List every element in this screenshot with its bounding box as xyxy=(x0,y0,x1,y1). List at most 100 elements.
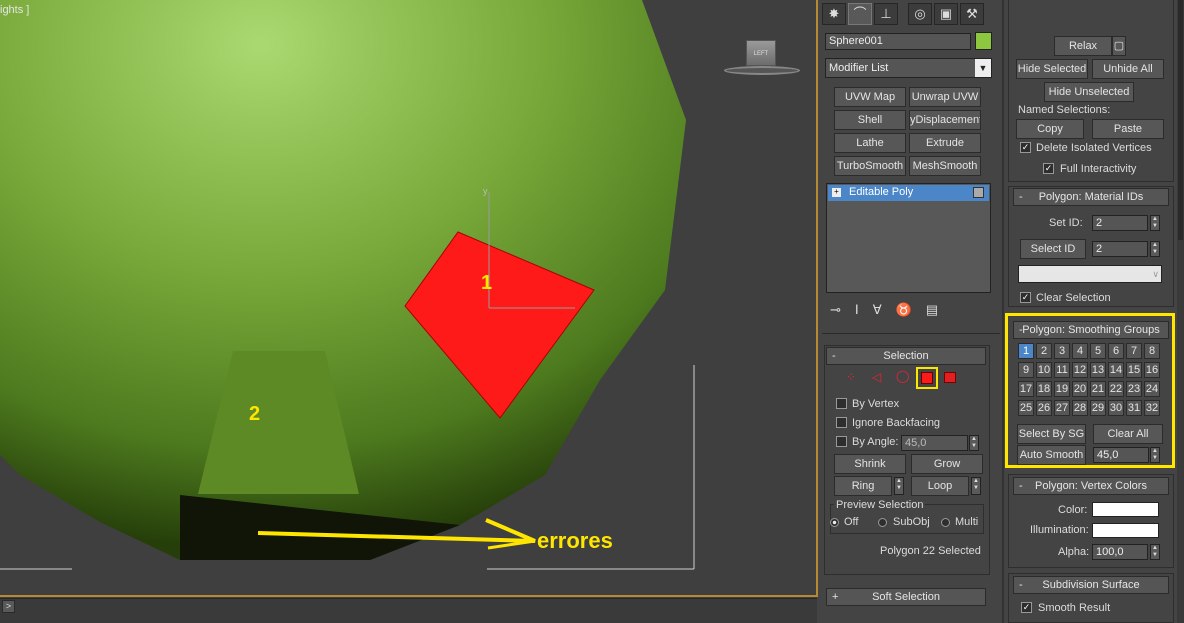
soft-selection-rollout-header[interactable]: + Soft Selection xyxy=(826,588,986,606)
vertex-mode-icon[interactable]: ⁘ xyxy=(846,370,856,384)
illumination-color-swatch[interactable] xyxy=(1092,523,1159,538)
smoothing-group-button[interactable]: 16 xyxy=(1144,362,1160,378)
set-id-spinner[interactable]: ▲ ▼ xyxy=(1150,215,1160,231)
smoothing-group-button[interactable]: 32 xyxy=(1144,400,1160,416)
loop-spinner[interactable]: ▲ ▼ xyxy=(971,477,981,495)
smoothing-group-button[interactable]: 9 xyxy=(1018,362,1034,378)
chevron-down-icon[interactable]: ▼ xyxy=(975,59,991,77)
smoothing-group-button[interactable]: 6 xyxy=(1108,343,1124,359)
smoothing-group-button[interactable]: 29 xyxy=(1090,400,1106,416)
extrude-button[interactable]: Extrude xyxy=(909,133,981,153)
relax-settings-button[interactable]: ▢ xyxy=(1112,36,1126,56)
select-id-button[interactable]: Select ID xyxy=(1020,239,1086,259)
auto-smooth-spinner[interactable]: ▲ ▼ xyxy=(1150,447,1160,463)
smoothing-group-button[interactable]: 25 xyxy=(1018,400,1034,416)
smoothing-group-button[interactable]: 18 xyxy=(1036,381,1052,397)
configure-modifier-sets-icon[interactable]: ▤ xyxy=(926,302,952,317)
smoothing-group-button[interactable]: 30 xyxy=(1108,400,1124,416)
element-mode-icon[interactable] xyxy=(944,372,956,383)
copy-button[interactable]: Copy xyxy=(1016,119,1084,139)
alpha-field[interactable]: 100,0 xyxy=(1092,544,1148,560)
unhide-all-button[interactable]: Unhide All xyxy=(1092,59,1164,79)
smoothing-group-button[interactable]: 27 xyxy=(1054,400,1070,416)
select-by-sg-button[interactable]: Select By SG xyxy=(1017,424,1086,444)
smoothing-group-button[interactable]: 12 xyxy=(1072,362,1088,378)
smoothing-group-button[interactable]: 26 xyxy=(1036,400,1052,416)
stack-item-editable-poly[interactable]: + Editable Poly xyxy=(828,185,989,201)
smoothing-group-button[interactable]: 8 xyxy=(1144,343,1160,359)
smoothing-group-button[interactable]: 19 xyxy=(1054,381,1070,397)
utilities-icon[interactable]: ⚒ xyxy=(960,3,984,25)
grow-button[interactable]: Grow xyxy=(911,454,983,474)
viewport-label[interactable]: ights ] xyxy=(0,4,29,16)
hide-selected-button[interactable]: Hide Selected xyxy=(1016,59,1088,79)
clear-selection-checkbox[interactable]: ✓ xyxy=(1020,292,1031,303)
full-interactivity-checkbox[interactable]: ✓ xyxy=(1043,163,1054,174)
smoothing-group-button[interactable]: 14 xyxy=(1108,362,1124,378)
unwrap-uvw-button[interactable]: Unwrap UVW xyxy=(909,87,981,107)
ring-button[interactable]: Ring xyxy=(834,476,892,496)
panel-scrollbar-thumb[interactable] xyxy=(1178,0,1183,240)
make-unique-icon[interactable]: ∀ xyxy=(873,302,896,317)
preview-subobj-radio[interactable] xyxy=(878,518,887,527)
uvw-map-button[interactable]: UVW Map xyxy=(834,87,906,107)
smooth-result-checkbox[interactable]: ✓ xyxy=(1021,602,1032,613)
auto-smooth-button[interactable]: Auto Smooth xyxy=(1017,445,1086,465)
turbosmooth-button[interactable]: TurboSmooth xyxy=(834,156,906,176)
create-icon[interactable]: ✸ xyxy=(822,3,846,25)
select-id-spinner[interactable]: ▲ ▼ xyxy=(1150,241,1160,257)
smoothing-group-button[interactable]: 4 xyxy=(1072,343,1088,359)
subdivision-header[interactable]: - Subdivision Surface xyxy=(1013,576,1169,594)
modifier-stack[interactable]: + Editable Poly xyxy=(826,183,991,293)
material-name-dropdown[interactable]: ∨ xyxy=(1018,265,1162,283)
smoothing-group-button[interactable]: 1 xyxy=(1018,343,1034,359)
smoothing-group-button[interactable]: 7 xyxy=(1126,343,1142,359)
remove-modifier-icon[interactable]: ♉ xyxy=(896,302,926,317)
displacement-button[interactable]: yDisplacement xyxy=(909,110,981,130)
viewcube-compass[interactable] xyxy=(724,66,800,75)
smoothing-group-button[interactable]: 23 xyxy=(1126,381,1142,397)
smoothing-group-button[interactable]: 22 xyxy=(1108,381,1124,397)
lathe-button[interactable]: Lathe xyxy=(834,133,906,153)
vertex-color-swatch[interactable] xyxy=(1092,502,1159,517)
smoothing-group-button[interactable]: 10 xyxy=(1036,362,1052,378)
smoothing-group-button[interactable]: 2 xyxy=(1036,343,1052,359)
smoothing-group-button[interactable]: 13 xyxy=(1090,362,1106,378)
select-id-field[interactable]: 2 xyxy=(1092,241,1148,257)
clear-all-button[interactable]: Clear All xyxy=(1093,424,1163,444)
smoothing-group-button[interactable]: 21 xyxy=(1090,381,1106,397)
delete-isolated-checkbox[interactable]: ✓ xyxy=(1020,142,1031,153)
time-slider-next-button[interactable]: > xyxy=(2,600,15,613)
expand-icon[interactable]: + xyxy=(832,188,841,197)
smoothing-group-button[interactable]: 31 xyxy=(1126,400,1142,416)
pin-stack-icon[interactable]: ⊸ xyxy=(830,302,855,317)
hide-unselected-button[interactable]: Hide Unselected xyxy=(1044,82,1134,102)
ring-spinner[interactable]: ▲ ▼ xyxy=(894,477,904,495)
light-bulb-icon[interactable] xyxy=(973,187,984,198)
auto-smooth-threshold-field[interactable]: 45,0 xyxy=(1093,447,1149,463)
show-end-result-icon[interactable]: Ⅰ xyxy=(855,302,873,317)
paste-button[interactable]: Paste xyxy=(1092,119,1164,139)
by-angle-checkbox[interactable] xyxy=(836,436,847,447)
viewport-left[interactable]: ights ] y 1 2 errores LEFT xyxy=(0,0,817,623)
angle-spinner[interactable]: ▲ ▼ xyxy=(969,435,979,451)
smoothing-group-button[interactable]: 24 xyxy=(1144,381,1160,397)
shell-button[interactable]: Shell xyxy=(834,110,906,130)
angle-value-field[interactable]: 45,0 xyxy=(901,435,968,451)
material-ids-header[interactable]: - Polygon: Material IDs xyxy=(1013,188,1169,206)
object-name-field[interactable]: Sphere001 xyxy=(825,33,971,50)
viewcube[interactable]: LEFT xyxy=(746,40,776,66)
meshsmooth-button[interactable]: MeshSmooth xyxy=(909,156,981,176)
smoothing-group-button[interactable]: 15 xyxy=(1126,362,1142,378)
alpha-spinner[interactable]: ▲ ▼ xyxy=(1150,544,1160,560)
ignore-backfacing-checkbox[interactable] xyxy=(836,417,847,428)
relax-button[interactable]: Relax xyxy=(1054,36,1112,56)
smoothing-group-button[interactable]: 3 xyxy=(1054,343,1070,359)
preview-off-radio[interactable] xyxy=(830,518,839,527)
modifier-list-dropdown[interactable]: Modifier List ▼ xyxy=(825,58,992,78)
hierarchy-icon[interactable]: ⊥ xyxy=(874,3,898,25)
shrink-button[interactable]: Shrink xyxy=(834,454,906,474)
border-mode-icon[interactable]: ◯ xyxy=(896,369,909,383)
smoothing-group-button[interactable]: 5 xyxy=(1090,343,1106,359)
modify-icon[interactable]: ⌒ xyxy=(848,3,872,25)
